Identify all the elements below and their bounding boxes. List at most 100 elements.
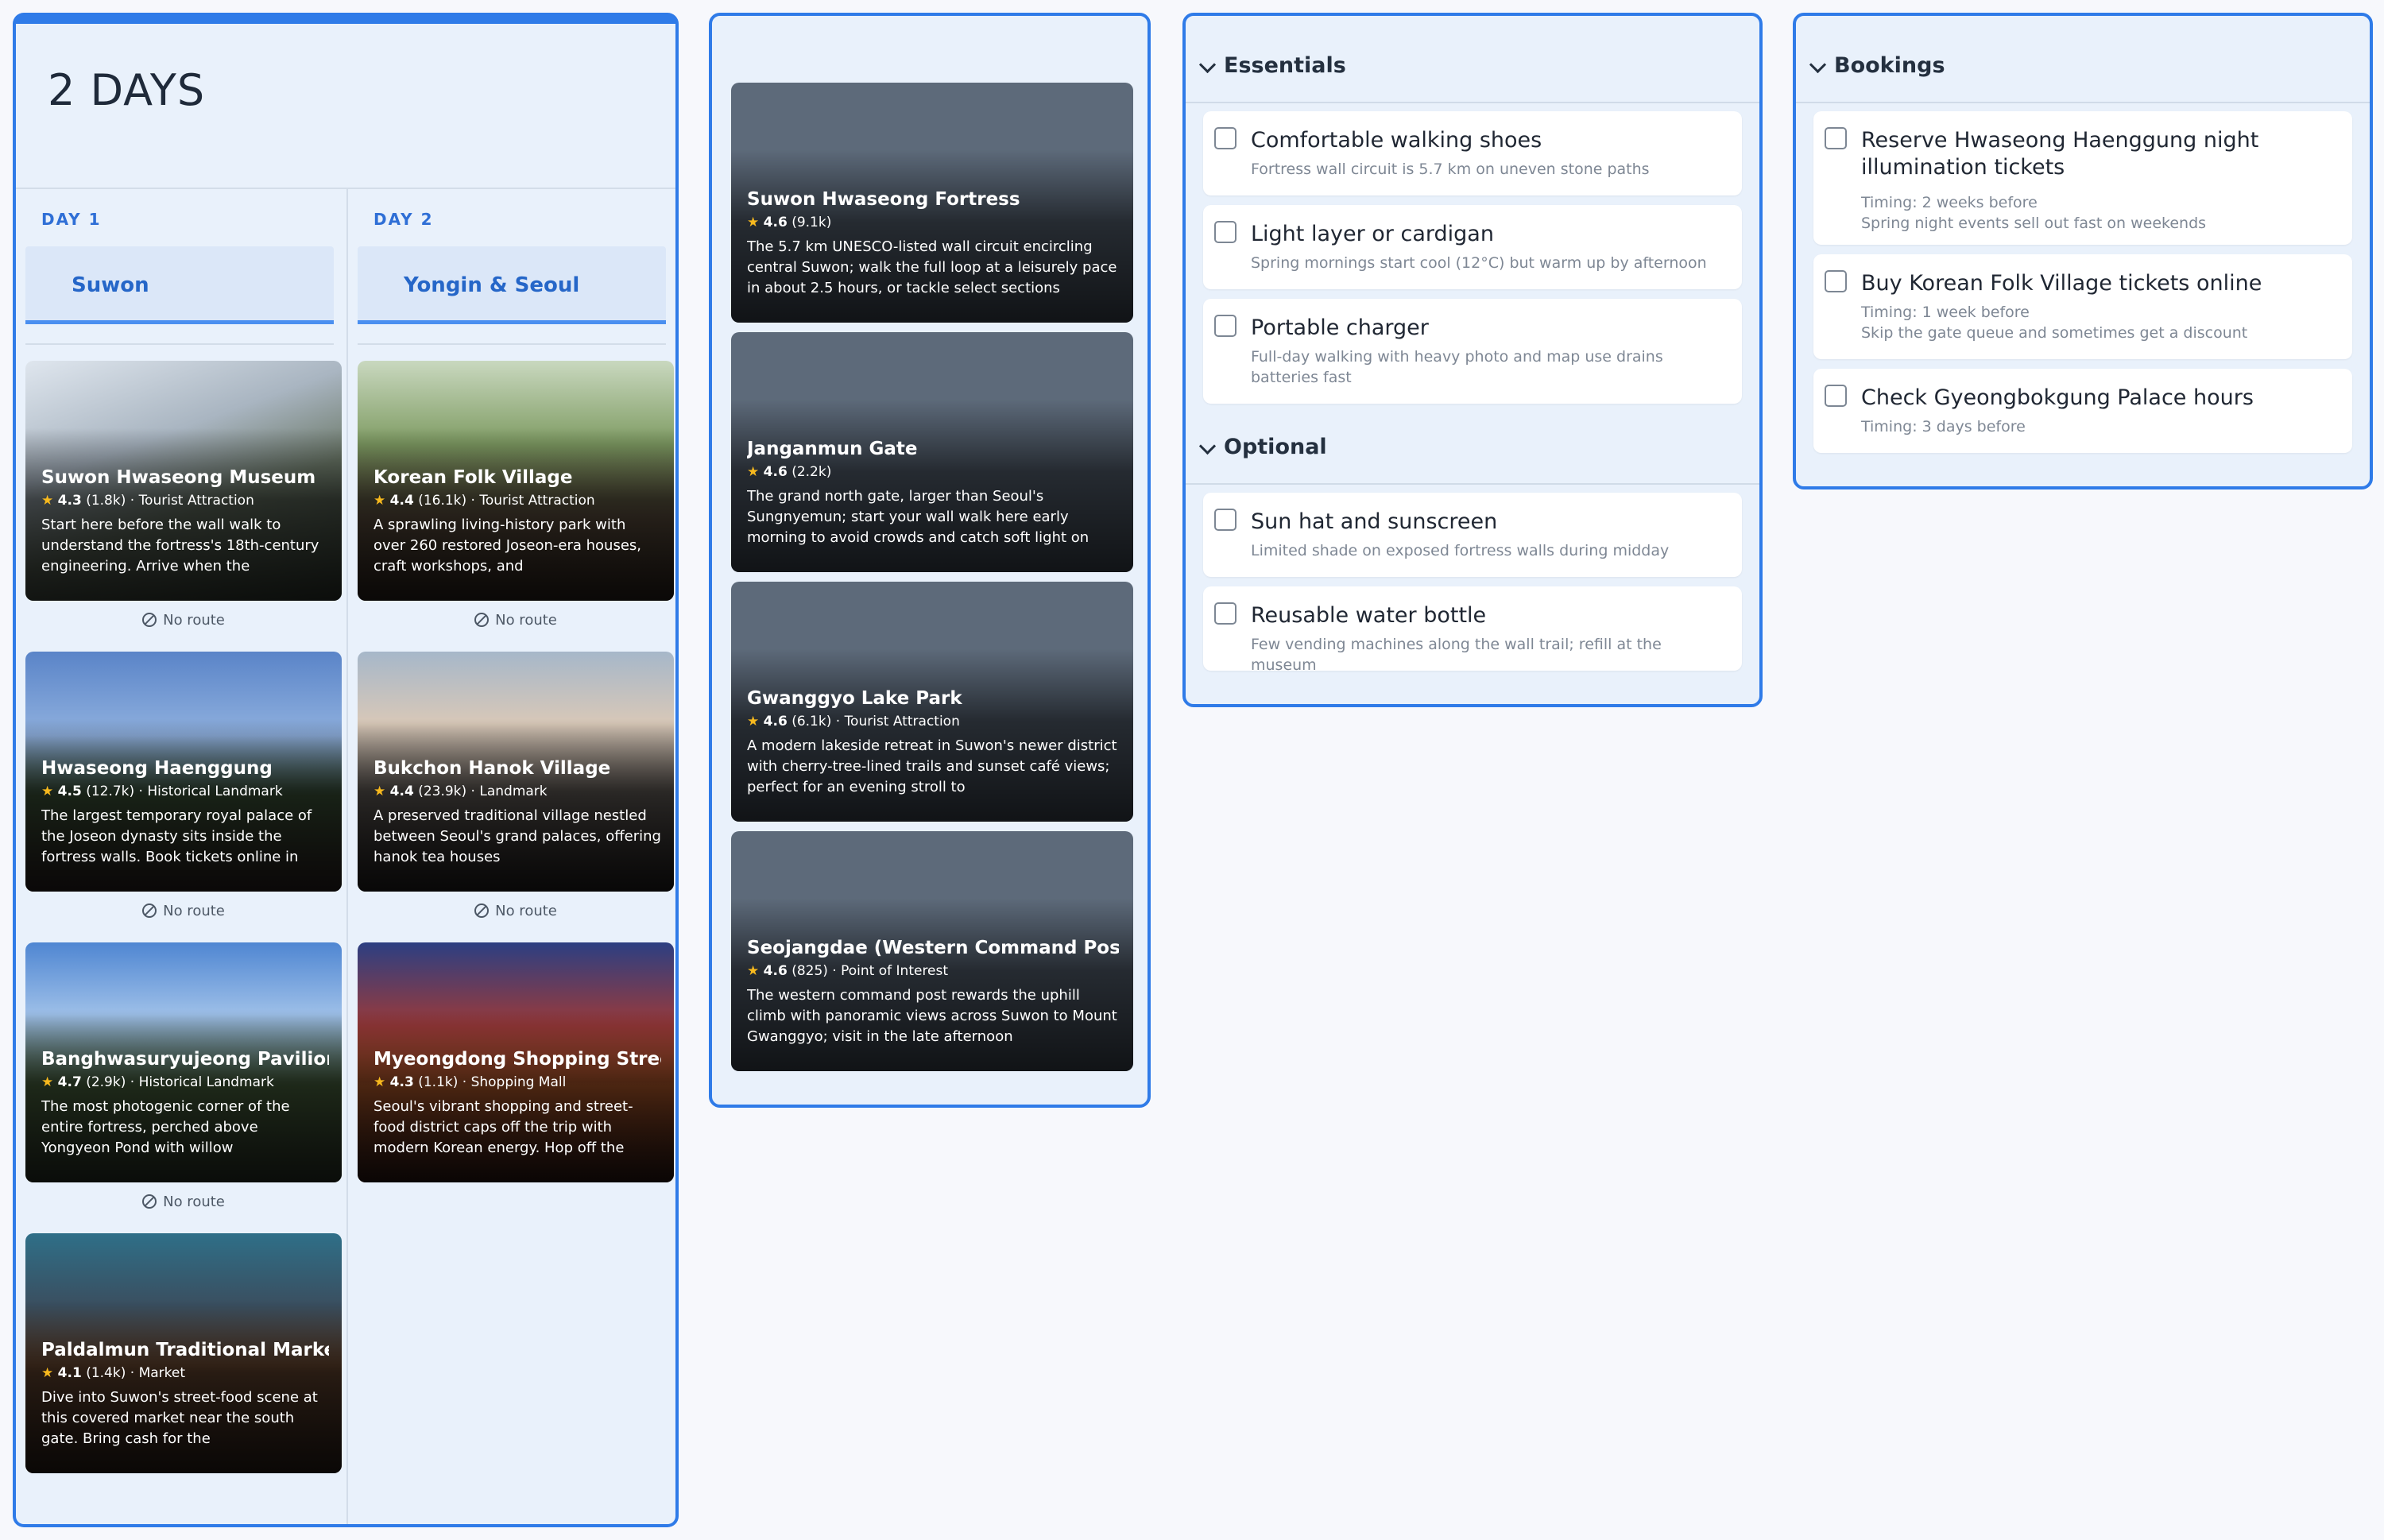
place-description: Start here before the wall walk to under… [41, 517, 319, 575]
place-description: A modern lakeside retreat in Suwon's new… [747, 737, 1117, 795]
star-icon: ★ [747, 215, 760, 230]
checkbox[interactable] [1214, 127, 1237, 149]
place-card[interactable]: Banghwasuryujeong Pavilion ★ 4.7 (2.9k) … [25, 942, 342, 1182]
place-meta: ★ 4.6 (6.1k) · Tourist Attraction [747, 714, 960, 729]
item-note: Few vending machines along the wall trai… [1251, 636, 1662, 674]
checkbox[interactable] [1214, 221, 1237, 243]
place-name: Banghwasuryujeong Pavilion [41, 1049, 329, 1070]
item-note: Skip the gate queue and sometimes get a … [1861, 324, 2248, 342]
place-description: Dive into Suwon's street-food scene at t… [41, 1389, 318, 1447]
star-icon: ★ [373, 493, 386, 509]
section-header-essentials[interactable]: Essentials [1186, 29, 1759, 103]
saved-place-card[interactable]: Janganmun Gate ★ 4.6 (2.2k) The grand no… [731, 332, 1133, 572]
day-label: DAY 1 [41, 210, 102, 229]
item-note: Fortress wall circuit is 5.7 km on uneve… [1251, 161, 1650, 178]
place-card[interactable]: Suwon Hwaseong Museum ★ 4.3 (1.8k) · Tou… [25, 361, 342, 601]
no-route-indicator: No route [25, 1194, 342, 1210]
place-description: The most photogenic corner of the entire… [41, 1098, 290, 1156]
item-label: Light layer or cardigan [1251, 222, 1494, 246]
divider [25, 343, 334, 345]
checkbox[interactable] [1214, 602, 1237, 625]
saved-place-card[interactable]: Gwanggyo Lake Park ★ 4.6 (6.1k) · Touris… [731, 582, 1133, 822]
item-label: Check Gyeongbokgung Palace hours [1861, 385, 2254, 410]
place-description: A preserved traditional village nestled … [373, 807, 661, 865]
checklist-item[interactable]: Light layer or cardigan Spring mornings … [1203, 205, 1742, 289]
checkbox[interactable] [1214, 315, 1237, 337]
place-card[interactable]: Korean Folk Village ★ 4.4 (16.1k) · Tour… [358, 361, 674, 601]
itinerary-title: 2 DAYS [48, 65, 206, 115]
item-note: Spring night events sell out fast on wee… [1861, 215, 2207, 232]
place-meta: ★ 4.7 (2.9k) · Historical Landmark [41, 1074, 274, 1090]
item-timing: Timing: 1 week before [1861, 304, 2030, 321]
checklist-item[interactable]: Reusable water bottle Few vending machin… [1203, 586, 1742, 674]
section-header-optional[interactable]: Optional [1186, 410, 1759, 485]
checkbox[interactable] [1214, 509, 1237, 531]
star-icon: ★ [41, 1074, 54, 1090]
checklist-item[interactable]: Sun hat and sunscreen Limited shade on e… [1203, 493, 1742, 577]
place-name: Suwon Hwaseong Fortress [747, 189, 1020, 210]
checkbox[interactable] [1825, 127, 1847, 149]
no-route-icon [474, 903, 490, 918]
booking-item[interactable]: Buy Korean Folk Village tickets online T… [1813, 254, 2352, 359]
item-timing: Timing: 3 days before [1861, 418, 2026, 435]
saved-place-card[interactable]: Seojangdae (Western Command Post) ★ 4.6 … [731, 831, 1133, 1071]
bookings-panel: Bookings Reserve Hwaseong Haenggung nigh… [1793, 13, 2373, 489]
checkbox[interactable] [1825, 270, 1847, 292]
star-icon: ★ [41, 493, 54, 509]
checklist-item[interactable]: Comfortable walking shoes Fortress wall … [1203, 111, 1742, 195]
no-route-icon [142, 903, 157, 918]
no-route-indicator: No route [358, 612, 674, 629]
day-column-1: DAY 1 Suwon Suwon Hwaseong Museum ★ 4.3 … [16, 188, 343, 1524]
checkbox[interactable] [1825, 385, 1847, 407]
section-header-bookings[interactable]: Bookings [1796, 29, 2370, 103]
place-name: Paldalmun Traditional Market [41, 1340, 329, 1360]
item-note: Limited shade on exposed fortress walls … [1251, 542, 1670, 559]
place-name: Seojangdae (Western Command Post) [747, 938, 1119, 958]
booking-item[interactable]: Reserve Hwaseong Haenggung night illumin… [1813, 111, 2352, 245]
chevron-down-icon [1198, 56, 1217, 74]
item-label: Comfortable walking shoes [1251, 128, 1542, 153]
place-meta: ★ 4.3 (1.8k) · Tourist Attraction [41, 493, 254, 509]
day-column-2: DAY 2 Yongin & Seoul Korean Folk Village… [346, 188, 675, 1524]
star-icon: ★ [747, 963, 760, 979]
place-card[interactable]: Hwaseong Haenggung ★ 4.5 (12.7k) · Histo… [25, 652, 342, 892]
item-note: Full-day walking with heavy photo and ma… [1251, 348, 1663, 386]
place-card[interactable]: Myeongdong Shopping Street ★ 4.3 (1.1k) … [358, 942, 674, 1182]
place-card[interactable]: Paldalmun Traditional Market ★ 4.1 (1.4k… [25, 1233, 342, 1473]
chevron-down-icon [1198, 437, 1217, 455]
place-meta: ★ 4.5 (12.7k) · Historical Landmark [41, 784, 283, 799]
place-name: Suwon Hwaseong Museum [41, 467, 316, 488]
no-route-icon [474, 613, 490, 627]
place-meta: ★ 4.4 (23.9k) · Landmark [373, 784, 548, 799]
place-name: Hwaseong Haenggung [41, 758, 273, 779]
place-meta: ★ 4.4 (16.1k) · Tourist Attraction [373, 493, 595, 509]
place-name: Myeongdong Shopping Street [373, 1049, 661, 1070]
place-name: Korean Folk Village [373, 467, 573, 488]
divider [358, 343, 666, 345]
item-label: Reusable water bottle [1251, 603, 1487, 628]
no-route-indicator: No route [358, 903, 674, 919]
star-icon: ★ [41, 784, 54, 799]
day-city-tab[interactable]: Yongin & Seoul [358, 246, 666, 324]
booking-item[interactable]: Check Gyeongbokgung Palace hours Timing:… [1813, 369, 2352, 453]
checklist-item[interactable]: Portable charger Full-day walking with h… [1203, 299, 1742, 404]
star-icon: ★ [373, 784, 386, 799]
saved-place-card[interactable]: Suwon Hwaseong Fortress ★ 4.6 (9.1k) The… [731, 83, 1133, 323]
chevron-down-icon [1809, 56, 1827, 74]
place-name: Janganmun Gate [747, 439, 918, 459]
place-description: A sprawling living-history park with ove… [373, 517, 641, 575]
place-description: The western command post rewards the uph… [747, 987, 1117, 1045]
place-card[interactable]: Bukchon Hanok Village ★ 4.4 (23.9k) · La… [358, 652, 674, 892]
star-icon: ★ [747, 464, 760, 480]
packing-list-panel: Essentials Comfortable walking shoes For… [1182, 13, 1763, 707]
place-name: Bukchon Hanok Village [373, 758, 611, 779]
item-timing: Timing: 2 weeks before [1861, 194, 2038, 211]
place-description: The grand north gate, larger than Seoul'… [747, 488, 1089, 546]
place-name: Gwanggyo Lake Park [747, 688, 962, 709]
day-city-tab[interactable]: Suwon [25, 246, 334, 324]
no-route-icon [142, 613, 157, 627]
day-label: DAY 2 [373, 210, 434, 229]
place-description: The 5.7 km UNESCO-listed wall circuit en… [747, 238, 1117, 296]
place-meta: ★ 4.3 (1.1k) · Shopping Mall [373, 1074, 567, 1090]
item-label: Reserve Hwaseong Haenggung night illumin… [1861, 128, 2259, 180]
